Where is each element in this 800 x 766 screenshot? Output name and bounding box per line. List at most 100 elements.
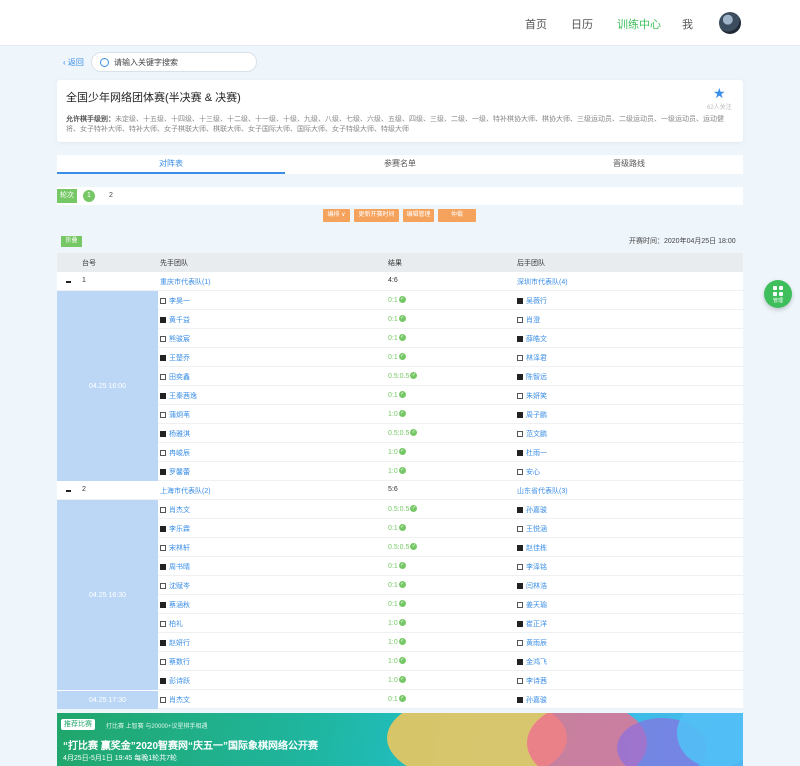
away-player[interactable]: 林泽君 [517,353,547,363]
game-result[interactable]: 1:0 ✓ [388,619,406,627]
avatar[interactable] [719,12,741,34]
away-player[interactable]: 朱妍笑 [517,391,547,401]
game-result[interactable]: 1:0 ✓ [388,676,406,684]
game-result[interactable]: 1:0 ✓ [388,467,406,475]
home-player[interactable]: 沈赋岑 [160,581,190,591]
away-player[interactable]: 陈智远 [517,372,547,382]
away-player[interactable]: 闫林浩 [517,581,547,591]
home-team-link[interactable]: 上海市代表队(2) [160,486,211,496]
home-player[interactable]: 熊骏宸 [160,334,190,344]
game-result[interactable]: 0:1 ✓ [388,353,406,361]
home-player[interactable]: 罗馨蕾 [160,467,190,477]
game-result[interactable]: 0:1 ✓ [388,391,406,399]
away-player[interactable]: 周子鹏 [517,410,547,420]
home-player[interactable]: 王秦茜逸 [160,391,197,401]
home-player[interactable]: 王楚乔 [160,353,190,363]
tab-advancement[interactable]: 晋级路线 [515,155,743,174]
home-player[interactable]: 杨雅淇 [160,429,190,439]
away-team-link[interactable]: 深圳市代表队(4) [517,277,568,287]
group-row[interactable]: 2 上海市代表队(2) 5:6 山东省代表队(3) [57,481,743,500]
game-result[interactable]: 0:1 ✓ [388,695,406,703]
home-player[interactable]: 周书晴 [160,562,190,572]
away-player[interactable]: 肖澄 [517,315,540,325]
home-team-link[interactable]: 重庆市代表队(1) [160,277,211,287]
star-icon[interactable]: ★ [713,86,726,100]
home-player[interactable]: 李乐霖 [160,524,190,534]
tab-participants[interactable]: 参赛名单 [286,155,514,174]
collapse-minus-icon[interactable] [66,490,71,492]
round-1-button[interactable]: 1 [83,190,95,202]
arrange-dropdown-button[interactable]: 编排 ∨ [323,209,350,222]
away-player[interactable]: 金鸿飞 [517,657,547,667]
result-score: 1:0 [388,449,398,456]
game-result[interactable]: 0:1 ✓ [388,562,406,570]
away-player[interactable]: 赵佳栋 [517,543,547,553]
game-result[interactable]: 0:1 ✓ [388,334,406,342]
edit-manage-button[interactable]: 编辑管理 [403,209,434,222]
home-player[interactable]: 宋林轩 [160,543,190,553]
away-player[interactable]: 王悦涵 [517,524,547,534]
game-result[interactable]: 0.5:0.5 ✓ [388,505,418,513]
game-result[interactable]: 0.5:0.5 ✓ [388,543,418,551]
search-input[interactable] [114,56,254,69]
game-result[interactable]: 1:0 ✓ [388,657,406,665]
away-player[interactable]: 黄雨辰 [517,638,547,648]
nav-training-center[interactable]: 训练中心 [617,16,661,32]
home-player[interactable]: 冉峻辰 [160,448,190,458]
game-result[interactable]: 0:1 ✓ [388,524,406,532]
nav-calendar[interactable]: 日历 [571,16,593,32]
game-result[interactable]: 1:0 ✓ [388,410,406,418]
away-player[interactable]: 崔正洋 [517,619,547,629]
away-player-name: 孙嘉骏 [526,507,547,514]
back-link[interactable]: ‹ 返回 [63,57,84,68]
away-player[interactable]: 范文鹏 [517,429,547,439]
black-square-icon [517,412,523,418]
search-box[interactable] [91,52,257,72]
result-badge-icon: ✓ [398,467,406,474]
game-result[interactable]: 0:1 ✓ [388,600,406,608]
home-player[interactable]: 柏礼 [160,619,183,629]
home-player[interactable]: 蔡数行 [160,657,190,667]
away-player[interactable]: 杜雨一 [517,448,547,458]
game-result[interactable]: 0:1 ✓ [388,581,406,589]
nav-home[interactable]: 首页 [525,16,547,32]
home-player[interactable]: 赵妍行 [160,638,190,648]
game-result[interactable]: 1:0 ✓ [388,638,406,646]
collapse-minus-icon[interactable] [66,281,71,283]
manage-fab-button[interactable]: 管理 [764,280,792,308]
game-result[interactable]: 1:0 ✓ [388,448,406,456]
away-player[interactable]: 薛皓文 [517,334,547,344]
home-player[interactable]: 蒲炯苇 [160,410,190,420]
board-number: 2 [82,486,86,493]
game-result[interactable]: 0:1 ✓ [388,315,406,323]
away-team-link[interactable]: 山东省代表队(3) [517,486,568,496]
home-player[interactable]: 肖杰文 [160,695,190,705]
update-start-time-button[interactable]: 更新开赛时间 [354,209,399,222]
game-result[interactable]: 0.5:0.5 ✓ [388,372,418,380]
away-player[interactable]: 姜天瑜 [517,600,547,610]
collapse-button[interactable]: 折叠 [61,236,82,247]
game-result[interactable]: 0:1 ✓ [388,296,406,304]
black-square-icon [160,355,166,361]
away-player[interactable]: 孙嘉骏 [517,695,547,705]
round-2-button[interactable]: 2 [105,190,117,202]
home-player[interactable]: 蔡涵秋 [160,600,190,610]
arbitration-button[interactable]: 仲裁 [438,209,476,222]
recommended-banner[interactable]: 推荐比赛 打比赛 上智赛 与20000+议星棋手相遇 “打比赛 赢奖金”2020… [57,713,743,766]
home-player[interactable]: 李昊一 [160,296,190,306]
away-player[interactable]: 李泽铭 [517,562,547,572]
away-player[interactable]: 李诗茜 [517,676,547,686]
away-player[interactable]: 孙嘉骏 [517,505,547,515]
home-player[interactable]: 肖杰文 [160,505,190,515]
game-result[interactable]: 0.5:0.5 ✓ [388,429,418,437]
result-score: 0:1 [388,354,398,361]
home-player[interactable]: 彭诗跃 [160,676,190,686]
white-square-icon [160,412,166,418]
home-player[interactable]: 田奕鑫 [160,372,190,382]
home-player[interactable]: 黄千益 [160,315,190,325]
tab-pairings[interactable]: 对阵表 [57,155,285,174]
away-player[interactable]: 吴薇行 [517,296,547,306]
nav-me[interactable]: 我 [682,16,693,32]
away-player[interactable]: 安心 [517,467,540,477]
group-row[interactable]: 1 重庆市代表队(1) 4:6 深圳市代表队(4) [57,272,743,291]
